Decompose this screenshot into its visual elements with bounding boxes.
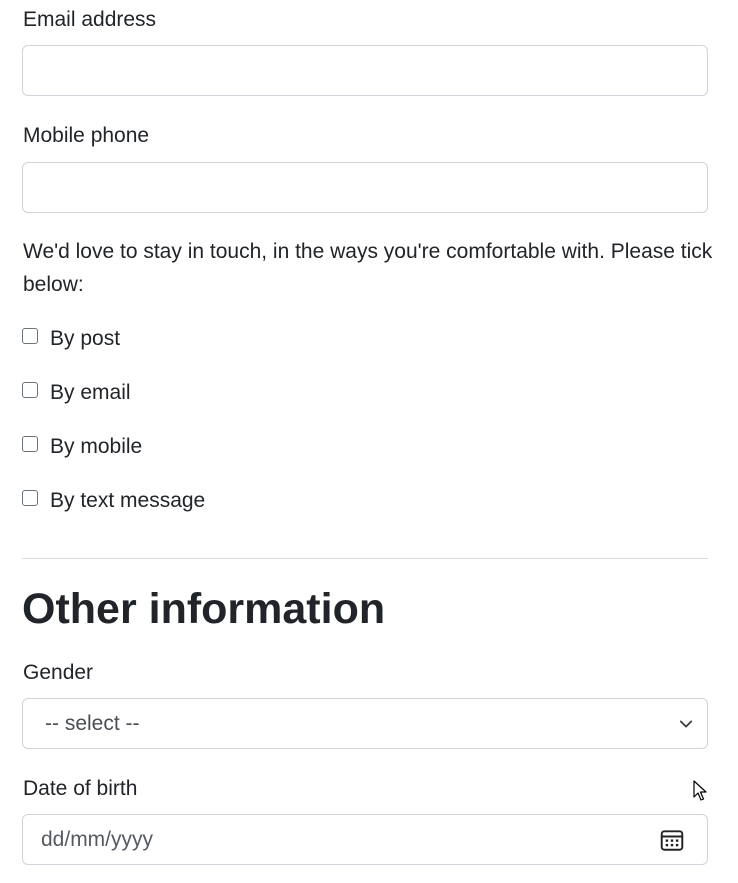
contact-option-mobile[interactable]: By mobile: [22, 432, 142, 462]
text-message-checkbox[interactable]: [22, 490, 38, 506]
contact-option-label: By text message: [50, 489, 206, 512]
date-of-birth-field[interactable]: dd/mm/yyyy: [22, 814, 708, 865]
contact-option-text-message[interactable]: By text message: [22, 486, 205, 516]
contact-option-label: By mobile: [50, 435, 143, 458]
calendar-icon[interactable]: [659, 827, 685, 853]
chevron-down-icon: [679, 720, 693, 727]
contact-option-email[interactable]: By email: [22, 378, 131, 408]
email-label: Email address: [23, 8, 157, 31]
contact-preferences-intro: We'd love to stay in touch, in the ways …: [23, 240, 713, 296]
gender-select[interactable]: -- select --: [22, 698, 708, 749]
contact-option-label: By email: [50, 381, 131, 404]
mouse-cursor-icon: [693, 780, 707, 801]
contact-option-post[interactable]: By post: [22, 324, 120, 354]
date-of-birth-placeholder: dd/mm/yyyy: [41, 827, 154, 851]
mobile-phone-label: Mobile phone: [23, 124, 150, 147]
mobile-checkbox[interactable]: [22, 436, 38, 452]
email-field[interactable]: [22, 45, 708, 96]
gender-selected-value: -- select --: [45, 711, 140, 735]
other-information-heading: Other information: [22, 585, 386, 633]
contact-form-page: Email address Mobile phone We'd love to …: [0, 0, 738, 883]
gender-label: Gender: [23, 661, 94, 684]
post-checkbox[interactable]: [22, 328, 38, 344]
mobile-phone-field[interactable]: [22, 162, 708, 213]
contact-option-label: By post: [50, 327, 121, 350]
section-divider: [22, 558, 708, 559]
date-of-birth-label: Date of birth: [23, 777, 138, 800]
email-checkbox[interactable]: [22, 382, 38, 398]
